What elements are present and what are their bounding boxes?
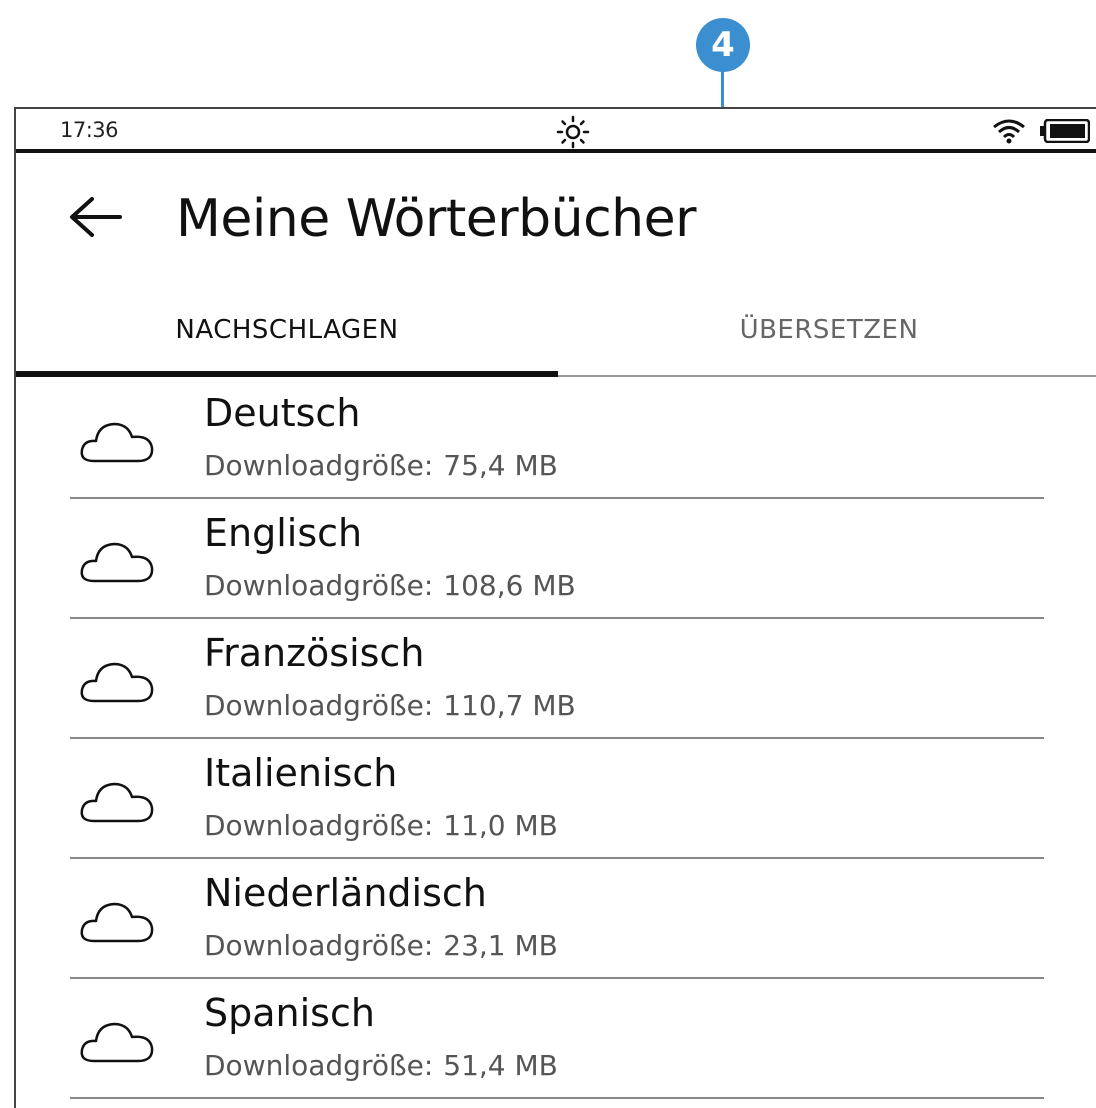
dictionary-name: Niederländisch — [204, 871, 487, 915]
download-size: Downloadgröße: 11,0 MB — [204, 809, 558, 842]
download-size: Downloadgröße: 51,4 MB — [204, 1049, 558, 1082]
download-size: Downloadgröße: 23,1 MB — [204, 929, 558, 962]
battery-icon[interactable] — [1040, 119, 1090, 143]
back-arrow-icon[interactable] — [68, 195, 122, 239]
tab-uebersetzen[interactable]: ÜBERSETZEN — [558, 284, 1096, 376]
dictionary-name: Englisch — [204, 511, 363, 555]
download-size: Downloadgröße: 108,6 MB — [204, 569, 576, 602]
status-time: 17:36 — [60, 118, 119, 142]
cloud-icon[interactable] — [78, 415, 156, 467]
dictionary-name: Französisch — [204, 631, 425, 675]
cloud-icon[interactable] — [78, 895, 156, 947]
dictionary-name: Spanisch — [204, 991, 375, 1035]
list-divider — [70, 1097, 1044, 1099]
download-size: Downloadgröße: 110,7 MB — [204, 689, 576, 722]
page-title: Meine Wörterbücher — [176, 189, 697, 249]
active-tab-indicator — [16, 371, 558, 377]
annotation-badge: 4 — [696, 18, 750, 72]
wifi-icon[interactable] — [992, 117, 1026, 145]
download-size: Downloadgröße: 75,4 MB — [204, 449, 558, 482]
cloud-icon[interactable] — [78, 655, 156, 707]
list-item-franzoesisch[interactable]: Französisch Downloadgröße: 110,7 MB — [16, 619, 1096, 739]
cloud-icon[interactable] — [78, 1015, 156, 1067]
dictionary-name: Deutsch — [204, 391, 361, 435]
tab-divider — [558, 375, 1096, 377]
cloud-icon[interactable] — [78, 535, 156, 587]
frontlight-icon[interactable] — [556, 115, 590, 149]
list-item-spanisch[interactable]: Spanisch Downloadgröße: 51,4 MB — [16, 979, 1096, 1099]
list-item-italienisch[interactable]: Italienisch Downloadgröße: 11,0 MB — [16, 739, 1096, 859]
dictionary-list: Deutsch Downloadgröße: 75,4 MB Englisch D… — [16, 379, 1096, 1099]
list-item-niederlaendisch[interactable]: Niederländisch Downloadgröße: 23,1 MB — [16, 859, 1096, 979]
dictionary-name: Italienisch — [204, 751, 398, 795]
list-item-deutsch[interactable]: Deutsch Downloadgröße: 75,4 MB — [16, 379, 1096, 499]
app-header: Meine Wörterbücher — [16, 153, 1096, 263]
cloud-icon[interactable] — [78, 775, 156, 827]
tab-nachschlagen[interactable]: NACHSCHLAGEN — [16, 284, 558, 376]
list-item-englisch[interactable]: Englisch Downloadgröße: 108,6 MB — [16, 499, 1096, 619]
tab-bar: NACHSCHLAGEN ÜBERSETZEN — [16, 284, 1096, 376]
device-screen: 17:36 Meine Wörterbücher NACHSCHLAGEN ÜB… — [14, 107, 1096, 1108]
status-bar: 17:36 — [16, 109, 1096, 153]
